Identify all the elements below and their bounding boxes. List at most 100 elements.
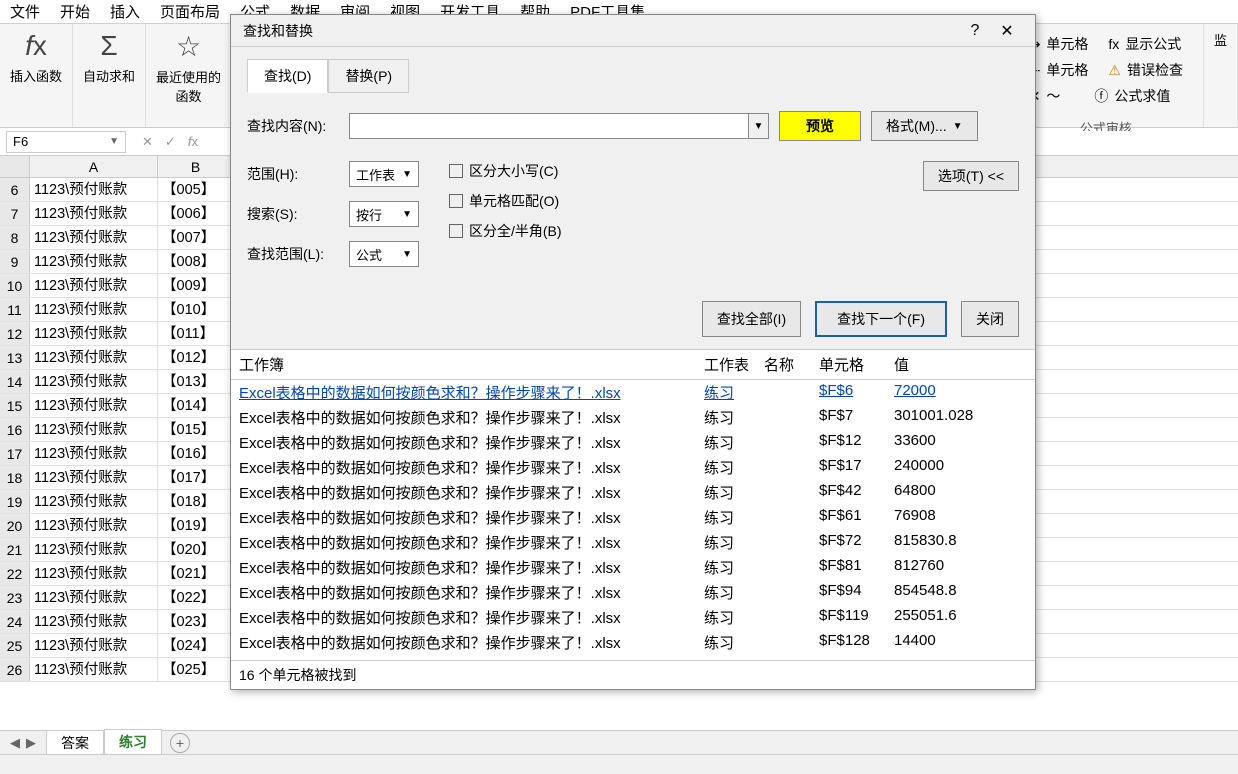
- results-col-sheet[interactable]: 工作表: [704, 354, 764, 375]
- cell[interactable]: 【009】: [158, 274, 234, 297]
- results-col-name[interactable]: 名称: [764, 354, 819, 375]
- cell[interactable]: 【021】: [158, 562, 234, 585]
- close-button[interactable]: 关闭: [961, 301, 1019, 337]
- row-head[interactable]: 19: [0, 490, 30, 513]
- formula-eval-item[interactable]: ✕ ～ ⓕ 公式求值: [1029, 86, 1183, 106]
- cell[interactable]: 1123\预付账款: [30, 538, 158, 561]
- cell[interactable]: 【017】: [158, 466, 234, 489]
- cell[interactable]: 【011】: [158, 322, 234, 345]
- cell[interactable]: 【024】: [158, 634, 234, 657]
- cell[interactable]: 1123\预付账款: [30, 514, 158, 537]
- find-all-button[interactable]: 查找全部(I): [702, 301, 801, 337]
- chevron-down-icon[interactable]: ▼: [109, 136, 119, 147]
- chevron-down-icon[interactable]: ▼: [748, 114, 768, 138]
- result-row[interactable]: Excel表格中的数据如何按颜色求和？操作步骤来了！.xlsx练习$F$4264…: [231, 480, 1035, 505]
- cell[interactable]: 【018】: [158, 490, 234, 513]
- row-head[interactable]: 16: [0, 418, 30, 441]
- row-head[interactable]: 11: [0, 298, 30, 321]
- sheet-nav-first[interactable]: ◀: [10, 735, 20, 751]
- cancel-icon[interactable]: ✕: [142, 134, 153, 150]
- result-row[interactable]: Excel表格中的数据如何按颜色求和？操作步骤来了！.xlsx练习$F$7301…: [231, 405, 1035, 430]
- cell[interactable]: 【012】: [158, 346, 234, 369]
- dialog-close-x[interactable]: ✕: [991, 21, 1023, 41]
- cell[interactable]: 【019】: [158, 514, 234, 537]
- autosum-button[interactable]: Σ 自动求和: [83, 30, 135, 85]
- match-width-checkbox[interactable]: 区分全/半角(B): [449, 221, 562, 241]
- result-row[interactable]: Excel表格中的数据如何按颜色求和？操作步骤来了！.xlsx练习$F$6176…: [231, 505, 1035, 530]
- sheet-tab-practice[interactable]: 练习: [104, 729, 162, 756]
- cell[interactable]: 1123\预付账款: [30, 394, 158, 417]
- cell[interactable]: 1123\预付账款: [30, 274, 158, 297]
- options-toggle-button[interactable]: 选项(T) <<: [923, 161, 1019, 191]
- cell[interactable]: 【013】: [158, 370, 234, 393]
- cell[interactable]: 1123\预付账款: [30, 202, 158, 225]
- dialog-help-button[interactable]: ?: [959, 22, 991, 40]
- result-row[interactable]: Excel表格中的数据如何按颜色求和？操作步骤来了！.xlsx练习$F$1233…: [231, 430, 1035, 455]
- sheet-nav-prev[interactable]: ▶: [26, 735, 36, 751]
- result-row[interactable]: Excel表格中的数据如何按颜色求和？操作步骤来了！.xlsx练习$F$1724…: [231, 455, 1035, 480]
- row-head[interactable]: 8: [0, 226, 30, 249]
- result-row[interactable]: Excel表格中的数据如何按颜色求和？操作步骤来了！.xlsx练习$F$1192…: [231, 605, 1035, 630]
- results-col-value[interactable]: 值: [894, 354, 994, 375]
- row-head[interactable]: 10: [0, 274, 30, 297]
- cell[interactable]: 1123\预付账款: [30, 418, 158, 441]
- cell[interactable]: 【015】: [158, 418, 234, 441]
- find-content-field[interactable]: [350, 114, 748, 138]
- menu-file[interactable]: 文件: [10, 1, 40, 22]
- cell[interactable]: 1123\预付账款: [30, 586, 158, 609]
- row-head[interactable]: 7: [0, 202, 30, 225]
- add-sheet-button[interactable]: +: [170, 733, 190, 753]
- result-row[interactable]: Excel表格中的数据如何按颜色求和？操作步骤来了！.xlsx练习$F$6720…: [231, 380, 1035, 405]
- name-box[interactable]: F6 ▼: [6, 131, 126, 153]
- row-head[interactable]: 15: [0, 394, 30, 417]
- scope-select[interactable]: 工作表▼: [349, 161, 419, 187]
- preview-button[interactable]: 预览: [779, 111, 861, 141]
- cell[interactable]: 1123\预付账款: [30, 370, 158, 393]
- result-row[interactable]: Excel表格中的数据如何按颜色求和？操作步骤来了！.xlsx练习$F$8181…: [231, 555, 1035, 580]
- results-col-workbook[interactable]: 工作簿: [239, 354, 704, 375]
- row-head[interactable]: 12: [0, 322, 30, 345]
- match-whole-checkbox[interactable]: 单元格匹配(O): [449, 191, 562, 211]
- row-head[interactable]: 18: [0, 466, 30, 489]
- col-head-b[interactable]: B: [158, 156, 234, 177]
- sheet-tab-answers[interactable]: 答案: [46, 730, 104, 756]
- cell[interactable]: 【007】: [158, 226, 234, 249]
- tab-replace[interactable]: 替换(P): [328, 59, 409, 93]
- cell[interactable]: 1123\预付账款: [30, 634, 158, 657]
- dialog-titlebar[interactable]: 查找和替换 ? ✕: [231, 15, 1035, 47]
- row-head[interactable]: 9: [0, 250, 30, 273]
- insert-function-button[interactable]: fx 插入函数: [10, 30, 62, 85]
- find-content-input[interactable]: ▼: [349, 113, 769, 139]
- format-button[interactable]: 格式(M)...▼: [871, 111, 978, 141]
- cell[interactable]: 【020】: [158, 538, 234, 561]
- results-list[interactable]: Excel表格中的数据如何按颜色求和？操作步骤来了！.xlsx练习$F$6720…: [231, 380, 1035, 660]
- row-head[interactable]: 17: [0, 442, 30, 465]
- cell[interactable]: 1123\预付账款: [30, 610, 158, 633]
- result-row[interactable]: Excel表格中的数据如何按颜色求和？操作步骤来了！.xlsx练习$F$9485…: [231, 580, 1035, 605]
- col-head-a[interactable]: A: [30, 156, 158, 177]
- cell[interactable]: 【022】: [158, 586, 234, 609]
- result-row[interactable]: Excel表格中的数据如何按颜色求和？操作步骤来了！.xlsx练习$F$7281…: [231, 530, 1035, 555]
- menu-layout[interactable]: 页面布局: [160, 1, 220, 22]
- find-next-button[interactable]: 查找下一个(F): [815, 301, 947, 337]
- accept-icon[interactable]: ✓: [165, 134, 176, 150]
- recent-functions-button[interactable]: ☆ 最近使用的 函数: [156, 30, 221, 105]
- cell[interactable]: 【023】: [158, 610, 234, 633]
- match-case-checkbox[interactable]: 区分大小写(C): [449, 161, 562, 181]
- cell[interactable]: 【010】: [158, 298, 234, 321]
- row-head[interactable]: 13: [0, 346, 30, 369]
- trace-cells-item[interactable]: ⇢ 单元格 fx 显示公式: [1029, 34, 1183, 54]
- menu-insert[interactable]: 插入: [110, 1, 140, 22]
- cell[interactable]: 【006】: [158, 202, 234, 225]
- cell[interactable]: 【008】: [158, 250, 234, 273]
- cell[interactable]: 1123\预付账款: [30, 322, 158, 345]
- result-row[interactable]: Excel表格中的数据如何按颜色求和？操作步骤来了！.xlsx练习$F$1281…: [231, 630, 1035, 655]
- lookin-select[interactable]: 公式▼: [349, 241, 419, 267]
- cell[interactable]: 1123\预付账款: [30, 298, 158, 321]
- cell[interactable]: 1123\预付账款: [30, 658, 158, 681]
- tab-find[interactable]: 查找(D): [247, 59, 328, 93]
- cell[interactable]: 1123\预付账款: [30, 442, 158, 465]
- trace-cells-item-2[interactable]: ⇠ 单元格 ⚠ 错误检查: [1029, 60, 1183, 80]
- row-head[interactable]: 26: [0, 658, 30, 681]
- row-head[interactable]: 20: [0, 514, 30, 537]
